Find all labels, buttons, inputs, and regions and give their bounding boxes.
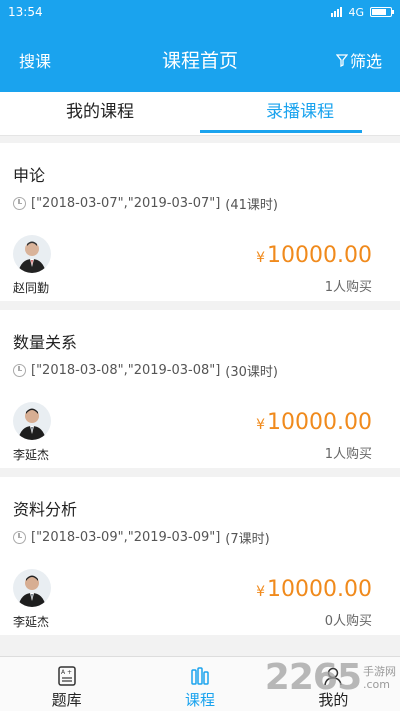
course-icon (191, 667, 209, 685)
course-dates: ["2018-03-09","2019-03-09"] (31, 530, 221, 545)
course-tabs: 我的课程 录播课程 (0, 92, 400, 136)
course-name: 资料分析 (13, 500, 78, 519)
clock-icon (13, 531, 26, 544)
clock-icon (13, 197, 26, 210)
course-card[interactable]: 资料分析 ["2018-03-09","2019-03-09"] (7课时) 李… (0, 477, 400, 635)
status-bar: 13:54 4G (0, 0, 400, 24)
bottom-nav: A + 题库 课程 我的 (0, 656, 400, 711)
battery-icon (370, 7, 394, 17)
teacher-name: 李延杰 (13, 615, 50, 629)
course-price: ¥ 10000.00 (256, 243, 372, 268)
course-dates: ["2018-03-07","2019-03-07"] (31, 196, 221, 211)
filter-icon (335, 53, 348, 67)
nav-label: 题库 (51, 691, 82, 709)
signal-icon (331, 7, 343, 17)
price-value: 10000.00 (267, 243, 372, 268)
course-price: ¥ 10000.00 (256, 577, 372, 602)
teacher-avatar (13, 235, 51, 273)
price-value: 10000.00 (267, 410, 372, 435)
clock-icon (13, 364, 26, 377)
svg-text:+: + (67, 669, 72, 676)
status-indicators: 4G (331, 5, 394, 19)
course-lessons: (30课时) (225, 365, 278, 380)
filter-label: 筛选 (349, 52, 382, 71)
buyer-count: 1人购买 (324, 447, 372, 462)
course-dates: ["2018-03-08","2019-03-08"] (31, 363, 221, 378)
question-bank-icon: A + (57, 666, 76, 686)
tab-my-courses[interactable]: 我的课程 (0, 92, 200, 135)
course-name: 申论 (13, 166, 46, 185)
course-price: ¥ 10000.00 (256, 410, 372, 435)
course-meta: ["2018-03-07","2019-03-07"] (41课时) (13, 194, 278, 213)
search-course-button[interactable]: 搜课 (19, 48, 51, 72)
network-type: 4G (348, 5, 364, 19)
currency-symbol: ¥ (256, 417, 266, 433)
teacher-avatar (13, 402, 51, 440)
buyer-count: 1人购买 (324, 280, 372, 295)
nav-label: 我的 (318, 691, 349, 709)
tab-recorded-courses[interactable]: 录播课程 (200, 92, 400, 135)
nav-question-bank[interactable]: A + 题库 (0, 657, 133, 711)
buyer-count: 0人购买 (324, 614, 372, 629)
course-name: 数量关系 (13, 333, 78, 352)
app-header: 搜课 课程首页 筛选 (0, 24, 400, 92)
nav-profile[interactable]: 我的 (267, 657, 400, 711)
status-time: 13:54 (8, 5, 43, 19)
nav-course[interactable]: 课程 (133, 657, 266, 711)
teacher-avatar (13, 569, 51, 607)
nav-label: 课程 (184, 691, 215, 709)
teacher-name: 李延杰 (13, 448, 50, 462)
course-lessons: (41课时) (225, 198, 278, 213)
course-lessons: (7课时) (225, 532, 270, 547)
profile-icon (324, 667, 343, 686)
course-meta: ["2018-03-08","2019-03-08"] (30课时) (13, 361, 278, 380)
course-card[interactable]: 数量关系 ["2018-03-08","2019-03-08"] (30课时) … (0, 310, 400, 468)
currency-symbol: ¥ (256, 584, 266, 600)
svg-text:A: A (61, 669, 66, 676)
course-card[interactable]: 申论 ["2018-03-07","2019-03-07"] (41课时) 赵同… (0, 143, 400, 301)
filter-button[interactable]: 筛选 (335, 48, 382, 72)
price-value: 10000.00 (267, 577, 372, 602)
currency-symbol: ¥ (256, 250, 266, 266)
course-list: 申论 ["2018-03-07","2019-03-07"] (41课时) 赵同… (0, 143, 400, 644)
course-meta: ["2018-03-09","2019-03-09"] (7课时) (13, 528, 270, 547)
teacher-name: 赵同勤 (13, 281, 50, 295)
